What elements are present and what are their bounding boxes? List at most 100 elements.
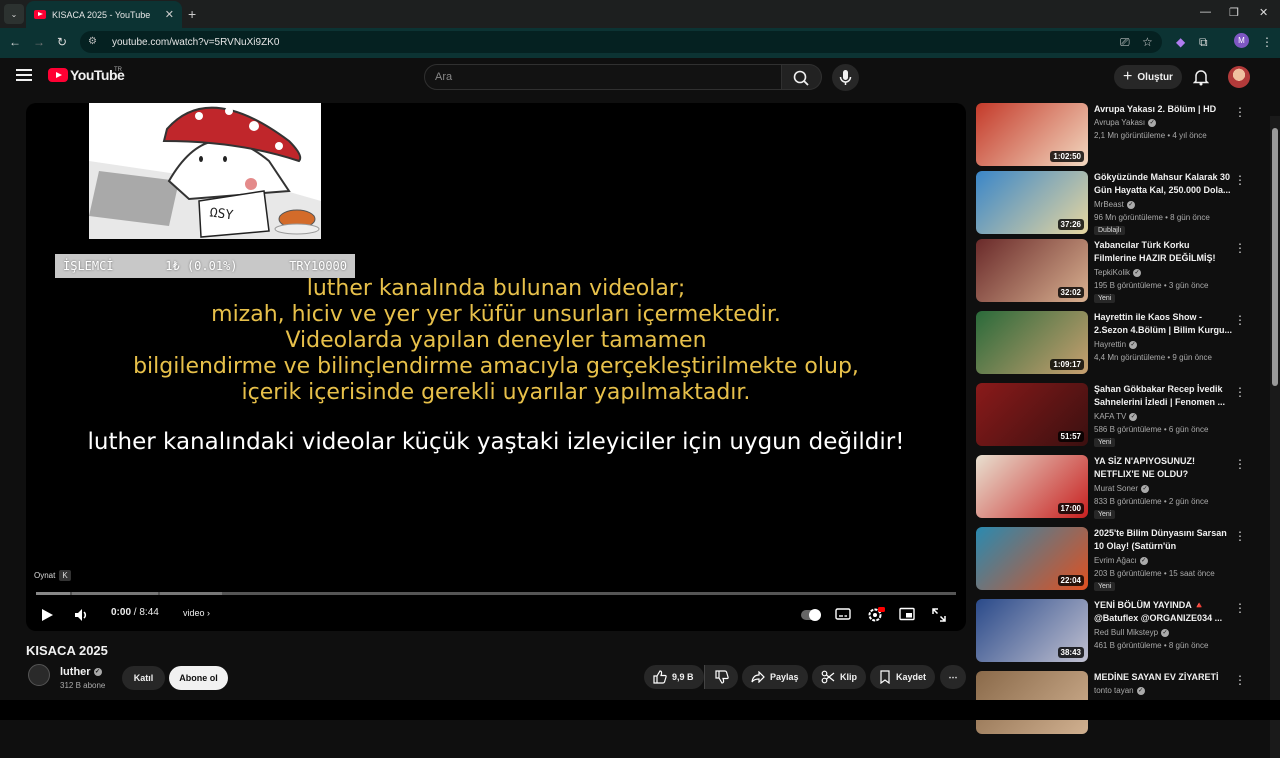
address-bar[interactable]: ⚙ youtube.com/watch?v=5RVNuXi9ZK0 [80, 31, 1162, 53]
video-thumbnail[interactable]: 38:43 [976, 599, 1088, 662]
more-vertical-icon[interactable]: ⋮ [1234, 313, 1246, 327]
search-button[interactable] [782, 64, 822, 90]
reload-icon[interactable]: ↻ [57, 35, 67, 49]
youtube-logo[interactable]: YouTube TR [48, 67, 125, 83]
more-actions-button[interactable]: ⋯ [940, 665, 966, 689]
miniplayer-button[interactable] [899, 607, 915, 621]
channel-name-text: Murat Soner [1094, 484, 1139, 493]
video-player[interactable]: ΩSY İŞLEMCİ 1₺ (0.01%) TRY10000 luther k… [26, 103, 966, 631]
recommendation-item[interactable]: 17:00 YA SİZ N'APIYOSUNUZ! NETFLIX'E NE O… [976, 455, 1252, 519]
forward-icon[interactable]: → [33, 35, 45, 49]
recommendation-title[interactable]: MEDİNE SAYAN EV ZİYARETİ [1094, 671, 1234, 684]
recommendation-title[interactable]: YENİ BÖLÜM YAYINDA 🔺 @Batuflex @ORGANIZE… [1094, 599, 1234, 625]
recommendation-title[interactable]: Şahan Gökbakar Recep İvedik Sahnelerini … [1094, 383, 1234, 409]
recommendation-channel[interactable]: TepkiKolik ✓ [1094, 268, 1142, 277]
video-thumbnail[interactable]: 32:02 [976, 239, 1088, 302]
recommendation-item[interactable]: 1:02:50 Avrupa Yakası 2. Bölüm | HD Avrupa… [976, 103, 1252, 167]
guide-menu-icon[interactable] [16, 69, 32, 81]
browser-menu-icon[interactable]: ⋮ [1261, 35, 1273, 49]
progress-chapter-segment [160, 592, 222, 595]
site-info-icon[interactable]: ⚙ [88, 36, 100, 48]
play-button[interactable] [40, 607, 54, 623]
recommendation-title[interactable]: 2025'te Bilim Dünyasını Sarsan 10 Olay! … [1094, 527, 1234, 553]
more-vertical-icon[interactable]: ⋮ [1234, 601, 1246, 615]
share-button[interactable]: Paylaş [742, 665, 808, 689]
recommendation-item[interactable]: 1:09:17 Hayrettin ile Kaos Show - 2.Sezon… [976, 311, 1252, 375]
recommendation-title[interactable]: Yabancılar Türk Korku Filmlerine HAZIR D… [1094, 239, 1234, 265]
mute-button[interactable] [73, 607, 89, 623]
dislike-button[interactable] [704, 665, 738, 689]
autoplay-toggle[interactable] [801, 609, 821, 621]
channel-name[interactable]: luther ✓ [60, 666, 102, 678]
recommendation-channel[interactable]: Hayrettin ✓ [1094, 340, 1138, 349]
recommendation-badge: Yeni [1094, 582, 1116, 591]
cpu-label: İŞLEMCİ [63, 259, 114, 273]
account-avatar[interactable] [1228, 66, 1250, 88]
recommendation-title[interactable]: Avrupa Yakası 2. Bölüm | HD [1094, 103, 1234, 116]
bookmark-star-icon[interactable]: ☆ [1142, 35, 1153, 49]
recommendation-channel[interactable]: Murat Soner ✓ [1094, 484, 1150, 493]
scrollbar-thumb[interactable] [1272, 128, 1278, 386]
like-button[interactable]: 9,9 B [644, 665, 704, 689]
video-thumbnail[interactable]: 22:04 [976, 527, 1088, 590]
tab-search-button[interactable]: ⌄ [4, 4, 24, 24]
settings-button[interactable] [867, 607, 885, 623]
search-input[interactable]: Ara [424, 64, 782, 90]
video-thumbnail[interactable]: 17:00 [976, 455, 1088, 518]
recommendation-title[interactable]: YA SİZ N'APIYOSUNUZ! NETFLIX'E NE OLDU? [1094, 455, 1234, 481]
recommendation-item[interactable]: 32:02 Yabancılar Türk Korku Filmlerine HA… [976, 239, 1252, 303]
recommendation-channel[interactable]: Avrupa Yakası ✓ [1094, 118, 1157, 127]
more-vertical-icon[interactable]: ⋮ [1234, 105, 1246, 119]
recommendation-channel[interactable]: KAFA TV ✓ [1094, 412, 1138, 421]
recommendation-item[interactable]: 22:04 2025'te Bilim Dünyasını Sarsan 10 O… [976, 527, 1252, 591]
progress-bar[interactable] [36, 592, 956, 595]
more-vertical-icon[interactable]: ⋮ [1234, 457, 1246, 471]
fullscreen-button[interactable] [931, 607, 947, 623]
channel-avatar[interactable] [28, 664, 50, 686]
browser-tab-active[interactable]: KISACA 2025 - YouTube ✕ [26, 1, 182, 28]
more-vertical-icon[interactable]: ⋮ [1234, 173, 1246, 187]
video-thumbnail[interactable]: 1:02:50 [976, 103, 1088, 166]
join-button[interactable]: Katıl [122, 666, 165, 690]
subtitles-button[interactable] [835, 607, 851, 621]
recommendation-channel[interactable]: MrBeast ✓ [1094, 200, 1135, 209]
profile-avatar[interactable]: M [1234, 33, 1249, 48]
back-icon[interactable]: ← [9, 35, 21, 49]
extensions-puzzle-icon[interactable]: ⧉ [1199, 35, 1208, 50]
recommendation-channel[interactable]: tonto tayan ✓ [1094, 686, 1145, 695]
duration-badge: 17:00 [1057, 503, 1084, 514]
voice-search-button[interactable] [832, 64, 859, 91]
extension-icon[interactable]: ◆ [1176, 35, 1185, 49]
clip-button[interactable]: Klip [812, 665, 866, 689]
recommendation-item[interactable]: 51:57 Şahan Gökbakar Recep İvedik Sahnele… [976, 383, 1252, 447]
notifications-button[interactable] [1193, 68, 1209, 86]
new-tab-icon[interactable]: + [188, 6, 196, 22]
subscribe-button[interactable]: Abone ol [169, 666, 228, 690]
close-tab-icon[interactable]: ✕ [165, 8, 174, 21]
window-close-icon[interactable]: ✕ [1259, 6, 1268, 19]
minimize-icon[interactable]: — [1200, 6, 1211, 18]
install-app-icon[interactable]: ⎚ [1120, 35, 1130, 50]
recommendation-meta: 203 B görüntüleme • 15 saat önce [1094, 569, 1215, 578]
recommendation-channel[interactable]: Evrim Ağacı ✓ [1094, 556, 1148, 565]
browser-tab-strip: ⌄ KISACA 2025 - YouTube ✕ + — ❐ ✕ [0, 0, 1280, 28]
tooltip-label: Oynat [34, 571, 56, 580]
video-thumbnail[interactable]: 1:09:17 [976, 311, 1088, 374]
page-scrollbar[interactable] [1270, 116, 1280, 758]
recommendation-channel[interactable]: Red Bull Mikstеyp ✓ [1094, 628, 1170, 637]
more-vertical-icon[interactable]: ⋮ [1234, 385, 1246, 399]
create-button[interactable]: + Oluştur [1114, 65, 1182, 89]
recommendation-item[interactable]: 37:26 Gökyüzünde Mahsur Kalarak 30 Gün Ha… [976, 171, 1252, 235]
more-vertical-icon[interactable]: ⋮ [1234, 529, 1246, 543]
recommendation-title[interactable]: Hayrettin ile Kaos Show - 2.Sezon 4.Bölü… [1094, 311, 1234, 337]
chapter-button[interactable]: video › [183, 608, 210, 618]
recommendation-title[interactable]: Gökyüzünde Mahsur Kalarak 30 Gün Hayatta… [1094, 171, 1234, 197]
recommendation-item[interactable]: 38:43 YENİ BÖLÜM YAYINDA 🔺 @Batuflex @ORG… [976, 599, 1252, 663]
restore-icon[interactable]: ❐ [1229, 6, 1239, 19]
video-thumbnail[interactable]: 51:57 [976, 383, 1088, 446]
more-vertical-icon[interactable]: ⋮ [1234, 241, 1246, 255]
video-thumbnail[interactable]: 37:26 [976, 171, 1088, 234]
age-warning-text: luther kanalındaki videolar küçük yaştak… [87, 429, 905, 455]
save-button[interactable]: Kaydet [870, 665, 936, 689]
more-vertical-icon[interactable]: ⋮ [1234, 673, 1246, 687]
